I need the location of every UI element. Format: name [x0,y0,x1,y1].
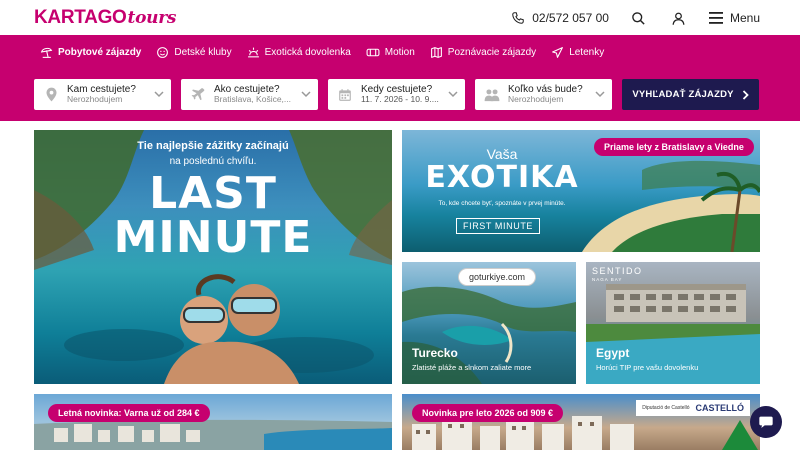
destination-value: Nerozhodujem [67,94,123,105]
nav-item-poznavacie[interactable]: Poznávacie zájazdy [430,43,536,61]
chevron-down-icon [448,91,458,98]
goturkiye-logo: goturkiye.com [458,268,537,286]
novinka-banner[interactable]: Novinka pre leto 2026 od 909 € Diputació… [402,394,760,450]
search-button[interactable] [629,8,649,28]
egypt-subtitle: Horúci TIP pre vašu dovolenku [596,363,699,372]
sun-icon [247,47,259,57]
castello-logo: Diputació de Castelló CASTELLÓ [636,400,750,416]
hamburger-icon [708,12,723,24]
last-minute-line1: Tie najlepšie zážitky začínajú [137,140,289,152]
nav-label: Letenky [569,46,605,58]
location-pin-icon [46,87,56,102]
beach-umbrella-icon [40,47,53,58]
menu-label: Menu [729,11,760,25]
nav-label: Pobytové zájazdy [58,46,142,58]
chevron-down-icon [595,91,605,98]
nav-label: Motion [384,46,415,58]
nav-label: Exotická dovolenka [264,46,351,58]
kartago-logo[interactable]: KARTAGOtours [34,7,176,29]
castello-label: CASTELLÓ [695,403,745,413]
chevron-down-icon [154,91,164,98]
account-button[interactable] [669,8,689,28]
sentido-sub: NAGA BAY [592,277,623,282]
turecko-banner[interactable]: goturkiye.com Turecko Zlatisté pláže a s… [402,262,576,384]
user-icon [673,12,685,25]
chevron-down-icon [301,91,311,98]
chat-button[interactable] [750,406,782,438]
search-tours-button[interactable]: VYHĽADAŤ ZÁJAZDY [622,79,759,110]
egypt-title: Egypt [596,346,630,360]
novinka-badge: Novinka pre leto 2026 od 909 € [412,404,564,422]
nav-label: Poznávacie zájazdy [447,46,537,58]
phone-link[interactable]: 02/572 057 00 [511,11,609,25]
site-header: KARTAGOtours 02/572 057 00 Menu [0,0,800,35]
exotika-banner[interactable]: Vaša EXOTIKA To, kde chcete byť, spoznát… [402,130,760,252]
departure-select[interactable]: Ako cestujete? Bratislava, Košice,... [181,79,318,110]
exotika-badge: Priame lety z Bratislavy a Viedne [594,138,754,156]
plane-icon [552,46,564,58]
logo-script: tours [127,8,177,28]
search-band: Pobytové zájazdy Detské kluby Exotická d… [0,35,800,121]
travelers-value: Nerozhodujem [508,94,564,105]
motion-icon [366,48,380,56]
varna-image [34,419,392,450]
departure-value: Bratislava, Košice,... [214,94,292,105]
chat-icon [759,416,773,428]
logo-main: KARTAGO [34,7,127,28]
phone-icon [512,12,524,24]
sentido-logo: SENTIDO [592,266,643,276]
plane-icon [191,88,204,101]
last-minute-title-2: MINUTE [113,212,313,263]
nav-item-pobytove[interactable]: Pobytové zájazdy [40,43,141,61]
people-icon [484,88,500,101]
search-form: Kam cestujete? Nerozhodujem Ako cestujet… [34,79,759,110]
dates-select[interactable]: Kedy cestujete? 11. 7. 2026 - 10. 9.... [328,79,465,110]
nav-item-exoticka[interactable]: Exotická dovolenka [247,43,351,61]
varna-banner[interactable]: Letná novinka: Varna už od 284 € [34,394,392,450]
diputacio-label: Diputació de Castelló [642,405,690,411]
travelers-select[interactable]: Koľko vás bude? Nerozhodujem [475,79,612,110]
nav-item-motion[interactable]: Motion [366,43,415,61]
last-minute-banner[interactable]: Tie najlepšie zážitky začínajú na posled… [34,130,392,384]
kids-club-icon [157,46,169,58]
last-minute-title-1: LAST [149,168,277,219]
turecko-title: Turecko [412,346,458,360]
last-minute-line2: na poslednú chvíľu. [169,156,257,167]
main-nav: Pobytové zájazdy Detské kluby Exotická d… [40,43,604,61]
nav-item-detske-kluby[interactable]: Detské kluby [156,43,232,61]
map-icon [430,46,442,58]
search-button-label: VYHĽADAŤ ZÁJAZDY [632,89,734,100]
phone-number: 02/572 057 00 [532,11,609,25]
dates-value: 11. 7. 2026 - 10. 9.... [361,94,439,105]
egypt-banner[interactable]: SENTIDO NAGA BAY Egypt Horúci TIP pre va… [586,262,760,384]
chevron-right-icon [742,89,749,100]
exotika-title: EXOTIKA [425,160,579,195]
menu-button[interactable]: Menu [708,11,760,25]
search-icon [632,11,646,25]
varna-badge: Letná novinka: Varna už od 284 € [48,404,210,422]
turecko-subtitle: Zlatisté pláže a slnkom zaliate more [412,363,532,372]
first-minute-label: FIRST MINUTE [456,218,541,234]
calendar-icon [339,88,351,101]
destination-select[interactable]: Kam cestujete? Nerozhodujem [34,79,171,110]
nav-label: Detské kluby [174,46,232,58]
nav-item-letenky[interactable]: Letenky [551,43,604,61]
exotika-subtitle: To, kde chcete byť, spoznáte v prvej min… [438,200,566,207]
